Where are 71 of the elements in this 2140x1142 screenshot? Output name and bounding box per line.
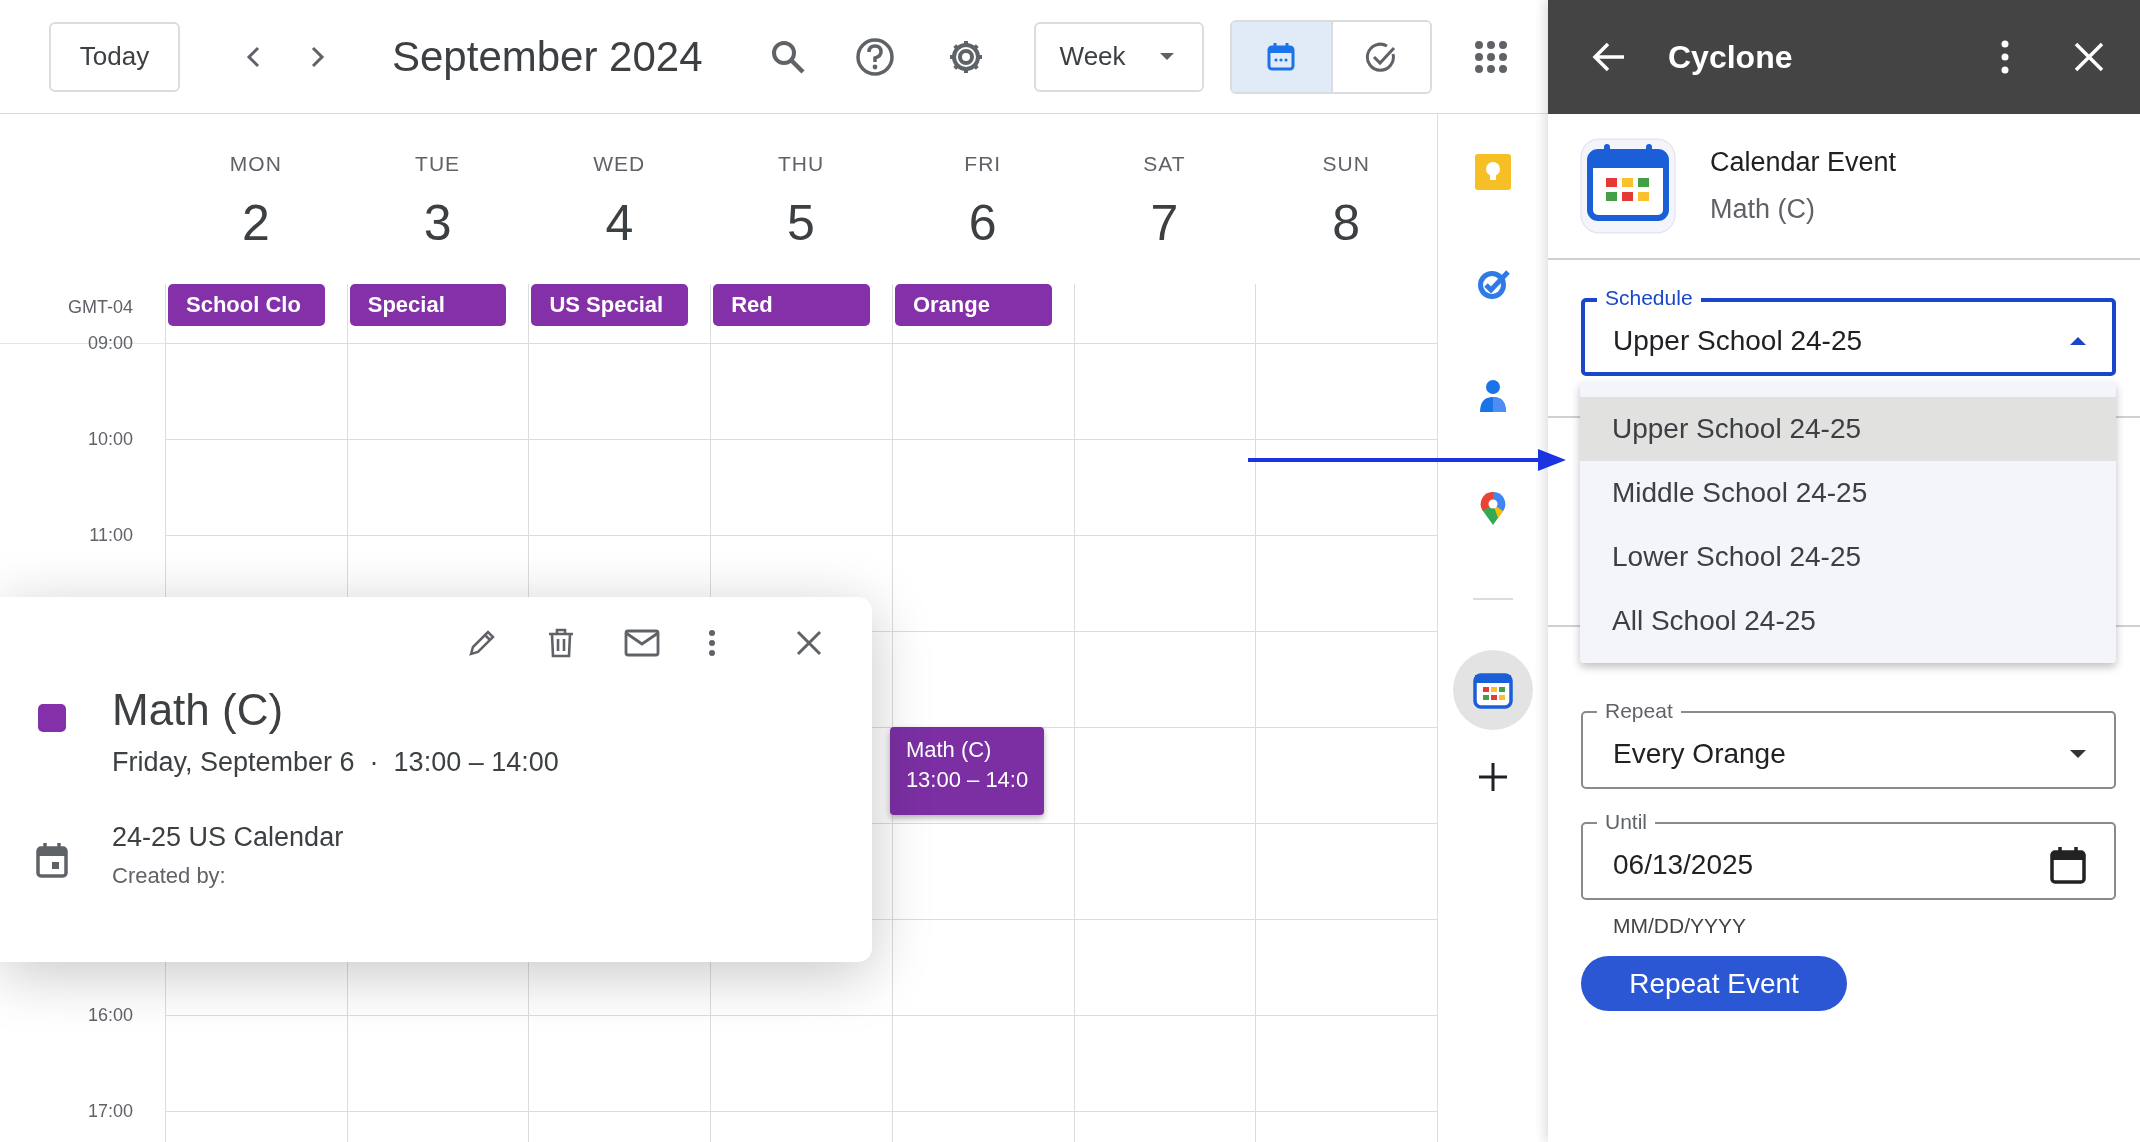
day-number[interactable]: 7 (1150, 194, 1179, 252)
day-number[interactable]: 8 (1332, 194, 1361, 252)
more-icon[interactable] (708, 629, 716, 657)
caret-icon (1159, 52, 1174, 61)
day-number[interactable]: 6 (968, 194, 997, 252)
hour-label: 17:00 (87, 1101, 133, 1122)
event-title: Math (C) (112, 685, 285, 735)
hour-label: 11:00 (89, 525, 133, 546)
day-number[interactable]: 4 (605, 194, 634, 252)
today-button[interactable]: Today (49, 21, 180, 92)
event-block[interactable]: Math (C) 13:00 – 14:0 (889, 727, 1044, 815)
calendar-icon (36, 842, 68, 878)
caret-icon (2070, 750, 2086, 758)
dropdown-option[interactable]: All School 24-25 (1580, 589, 2116, 653)
all-day-event[interactable]: Red (713, 284, 870, 326)
weekday-label: MON (229, 152, 282, 176)
calendar-icon (1266, 41, 1297, 72)
help-icon[interactable] (854, 36, 895, 77)
calendar-view-toggle[interactable] (1231, 21, 1331, 92)
hour-label: 16:00 (87, 1005, 133, 1026)
schedule-dropdown[interactable]: Schedule Upper School 24-25 (1581, 286, 2116, 376)
event-time: Friday, September 6 · 13:00 – 14:00 (112, 747, 559, 778)
weekday-label: THU (777, 152, 825, 176)
caret-icon (2070, 337, 2086, 345)
weekday-label: SUN (1322, 152, 1370, 176)
lightbulb-icon (1475, 154, 1511, 190)
back-arrow-icon[interactable] (1592, 42, 1626, 72)
dropdown-option[interactable]: Lower School 24-25 (1580, 525, 2116, 589)
date-format-hint: MM/DD/YYYY (1613, 914, 1747, 938)
timezone-label: GMT-04 (68, 296, 133, 318)
weekday-label: WED (593, 152, 646, 176)
calendar-icon (1473, 670, 1513, 710)
repeat-event-button[interactable]: Repeat Event (1581, 956, 1847, 1011)
weekday-label: FRI (964, 152, 1002, 176)
day-number[interactable]: 2 (241, 194, 270, 252)
calendar-color-square (38, 704, 66, 732)
card-subtitle: Math (C) (1710, 194, 1816, 225)
card-heading: Calendar Event (1710, 147, 1897, 178)
add-icon[interactable] (1478, 762, 1508, 792)
date-field[interactable]: Until 06/13/2025 (1581, 810, 2116, 900)
more-icon[interactable] (2000, 40, 2010, 74)
weekday-label: TUE (415, 152, 461, 176)
check-circle-icon (1365, 40, 1398, 73)
view-dropdown[interactable]: Week (1033, 21, 1204, 92)
all-day-event[interactable]: Orange (894, 284, 1052, 326)
hour-label: 10:00 (87, 429, 133, 450)
dropdown-option[interactable]: Middle School 24-25 (1580, 461, 2116, 525)
email-icon[interactable] (624, 629, 660, 657)
calendar-app-icon (1580, 138, 1676, 234)
repeat-dropdown[interactable]: Repeat Every Orange (1581, 699, 2116, 789)
tasks-view-toggle[interactable] (1330, 21, 1430, 92)
calendar-name: 24-25 US Calendar (112, 822, 344, 853)
map-pin-icon (1479, 490, 1507, 526)
day-number[interactable]: 3 (423, 194, 452, 252)
all-day-event[interactable]: Special (349, 284, 507, 326)
all-day-event[interactable]: School Clo (168, 284, 325, 326)
weekday-label: SAT (1143, 152, 1186, 176)
apps-grid-icon[interactable] (1473, 39, 1508, 74)
day-number[interactable]: 5 (787, 194, 815, 252)
close-icon[interactable] (796, 630, 822, 656)
chevron-left-icon[interactable] (245, 44, 261, 69)
delete-icon[interactable] (546, 627, 576, 659)
month-title: September 2024 (392, 32, 703, 81)
calendar-icon[interactable] (2050, 846, 2086, 884)
person-icon (1479, 378, 1507, 414)
chevron-right-icon[interactable] (310, 44, 326, 69)
hour-label: 09:00 (87, 333, 133, 354)
created-by-label: Created by: (112, 863, 227, 889)
panel-title: Cyclone (1668, 38, 1794, 76)
dropdown-option[interactable]: Upper School 24-25 (1580, 397, 2116, 461)
all-day-event[interactable]: US Special (531, 284, 689, 326)
